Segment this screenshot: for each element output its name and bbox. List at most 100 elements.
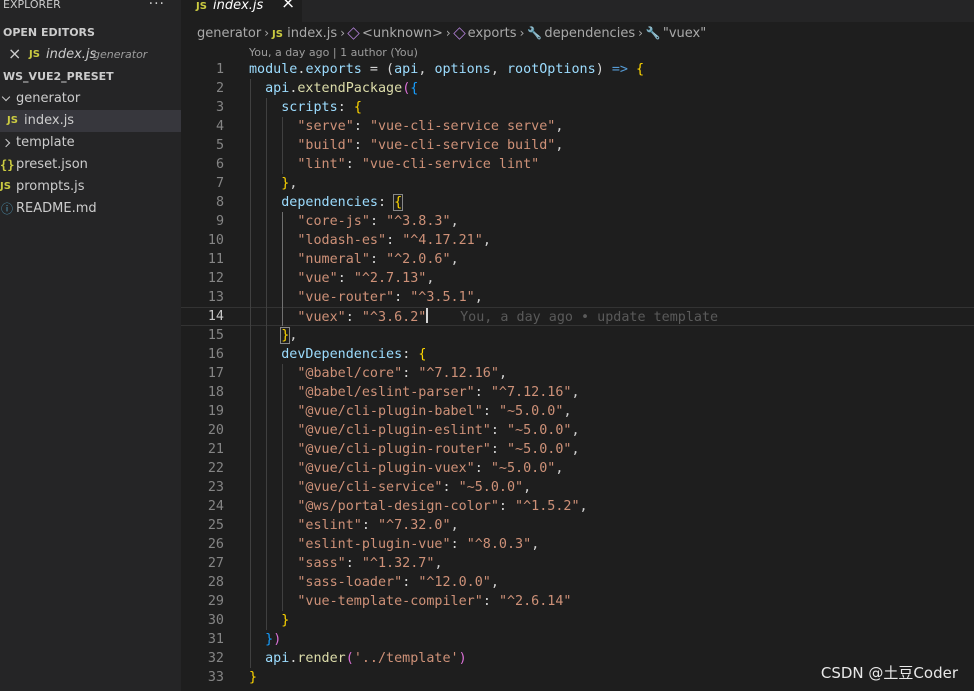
codelens-blame[interactable]: You, a day ago | 1 author (You) (249, 46, 418, 59)
explorer-sidebar: EXPLORER ··· OPEN EDITORS × JS index.js … (0, 0, 181, 691)
line-number: 28 (207, 575, 224, 590)
inline-blame: You, a day ago • update template (460, 310, 719, 325)
tree-item-label: index.js (24, 113, 75, 128)
tree-folder-generator[interactable]: generator (0, 88, 181, 110)
watermark: CSDN @土豆Coder (820, 664, 958, 682)
line-number: 22 (207, 461, 224, 476)
line-number: 18 (207, 385, 224, 400)
tree-item-label: generator (16, 91, 81, 106)
chevron-right-icon: › (264, 26, 270, 40)
line-number: 12 (207, 271, 224, 286)
tree-file-index-js[interactable]: JS index.js (0, 110, 181, 132)
line-number: 11 (207, 252, 224, 267)
js-file-icon: JS (0, 181, 11, 192)
code-line: "vue-router": "^3.5.1", (297, 290, 483, 305)
code-line: "@vue/cli-plugin-router": "~5.0.0", (297, 442, 580, 457)
tree-item-label: README.md (16, 201, 97, 216)
line-number: 10 (207, 233, 224, 248)
code-line: "serve": "vue-cli-service serve", (297, 119, 564, 134)
chevron-right-icon: › (519, 26, 525, 40)
breadcrumb-item[interactable]: <unknown> (362, 26, 443, 41)
code-line: "@babel/core": "^7.12.16", (297, 366, 507, 381)
chevron-right-icon (3, 138, 13, 148)
line-number: 14 (207, 309, 224, 324)
code-line: module.exports = (api, options, rootOpti… (249, 62, 645, 77)
close-icon[interactable]: × (8, 44, 21, 65)
code-line: "core-js": "^3.8.3", (297, 214, 459, 229)
breadcrumb-item[interactable]: "vuex" (663, 26, 706, 41)
line-number: 32 (207, 651, 224, 666)
chevron-down-icon (1, 94, 11, 104)
code-line: "vue-template-compiler": "^2.6.14" (297, 594, 572, 609)
code-line: "@babel/eslint-parser": "^7.12.16", (297, 385, 580, 400)
code-line: "@vue/cli-plugin-eslint": "~5.0.0", (297, 423, 580, 438)
line-number: 20 (207, 423, 224, 438)
line-number: 3 (215, 100, 224, 115)
code-line: } (281, 613, 290, 628)
line-number: 30 (207, 613, 224, 628)
code-line: "@vue/cli-service": "~5.0.0", (297, 480, 532, 495)
open-editor-folder: generator (93, 48, 148, 61)
tree-file-readme[interactable]: ⓘ README.md (0, 198, 181, 220)
code-line: "lint": "vue-cli-service lint" (297, 157, 540, 172)
line-number: 33 (207, 670, 224, 685)
code-editor[interactable]: 1 module.exports = (api, options, rootOpt… (181, 60, 974, 691)
tab-bar: JS index.js × (181, 0, 974, 22)
line-number: 26 (207, 537, 224, 552)
js-file-icon: JS (29, 49, 40, 60)
close-icon[interactable]: × (281, 0, 295, 12)
breadcrumb-item[interactable]: index.js (287, 26, 337, 41)
code-line: "sass": "^1.32.7", (297, 556, 443, 571)
line-number: 2 (215, 81, 224, 96)
open-editor-item[interactable]: × JS index.js generator (0, 44, 181, 66)
breadcrumb-item[interactable]: dependencies (544, 26, 635, 41)
indent-guide (266, 98, 267, 630)
chevron-right-icon: › (638, 26, 643, 40)
js-file-icon: JS (272, 29, 283, 40)
breadcrumb-item[interactable]: exports (468, 26, 517, 41)
line-number: 16 (207, 347, 224, 362)
tab-label: index.js (213, 0, 264, 13)
line-number: 19 (207, 404, 224, 419)
wrench-icon: 🔧 (645, 26, 661, 40)
code-line: }, (280, 327, 298, 344)
tree-file-prompts-js[interactable]: JS prompts.js (0, 176, 181, 198)
tab-index-js[interactable]: JS index.js × (181, 0, 302, 22)
line-number: 21 (207, 442, 224, 457)
line-number: 17 (207, 366, 224, 381)
code-line: "eslint": "^7.32.0", (297, 518, 459, 533)
code-line: "vuex": "^3.6.2" You, a day ago • update… (297, 308, 719, 325)
tree-item-label: preset.json (16, 157, 88, 172)
line-number: 6 (215, 157, 224, 172)
open-editors-label: OPEN EDITORS (3, 26, 95, 39)
chevron-right-icon: › (445, 26, 451, 40)
open-editor-name: index.js (46, 47, 97, 62)
code-line: "sass-loader": "^12.0.0", (297, 575, 499, 590)
code-line: api.render('../template') (265, 651, 467, 666)
tree-file-preset-json[interactable]: {} preset.json (0, 154, 181, 176)
code-line: "eslint-plugin-vue": "^8.0.3", (297, 537, 540, 552)
code-line: api.extendPackage({ (265, 81, 419, 96)
code-line: "numeral": "^2.0.6", (297, 252, 459, 267)
workspace-header[interactable]: WS_VUE2_PRESET (3, 66, 181, 88)
code-line: } (249, 670, 258, 685)
tree-item-label: prompts.js (16, 179, 85, 194)
tree-item-label: template (16, 135, 75, 150)
breadcrumb-item[interactable]: generator (197, 26, 261, 41)
module-icon (452, 27, 466, 40)
line-number: 8 (215, 195, 224, 210)
wrench-icon: 🔧 (527, 26, 543, 40)
module-icon (347, 27, 360, 40)
line-number: 24 (207, 499, 224, 514)
breadcrumb: generator › JS index.js › <unknown> › exports ›… (181, 22, 974, 44)
indent-guide (282, 117, 283, 174)
tree-folder-template[interactable]: template (0, 132, 181, 154)
open-editors-header[interactable]: OPEN EDITORS (3, 22, 181, 44)
code-line: "vue": "^2.7.13", (297, 271, 435, 286)
code-line: "build": "vue-cli-service build", (297, 138, 564, 153)
code-line: devDependencies: { (281, 347, 427, 362)
code-line: dependencies: { (281, 194, 404, 211)
code-line: }, (281, 176, 298, 191)
workspace-name: WS_VUE2_PRESET (3, 70, 114, 83)
more-actions-icon[interactable]: ··· (149, 0, 165, 12)
